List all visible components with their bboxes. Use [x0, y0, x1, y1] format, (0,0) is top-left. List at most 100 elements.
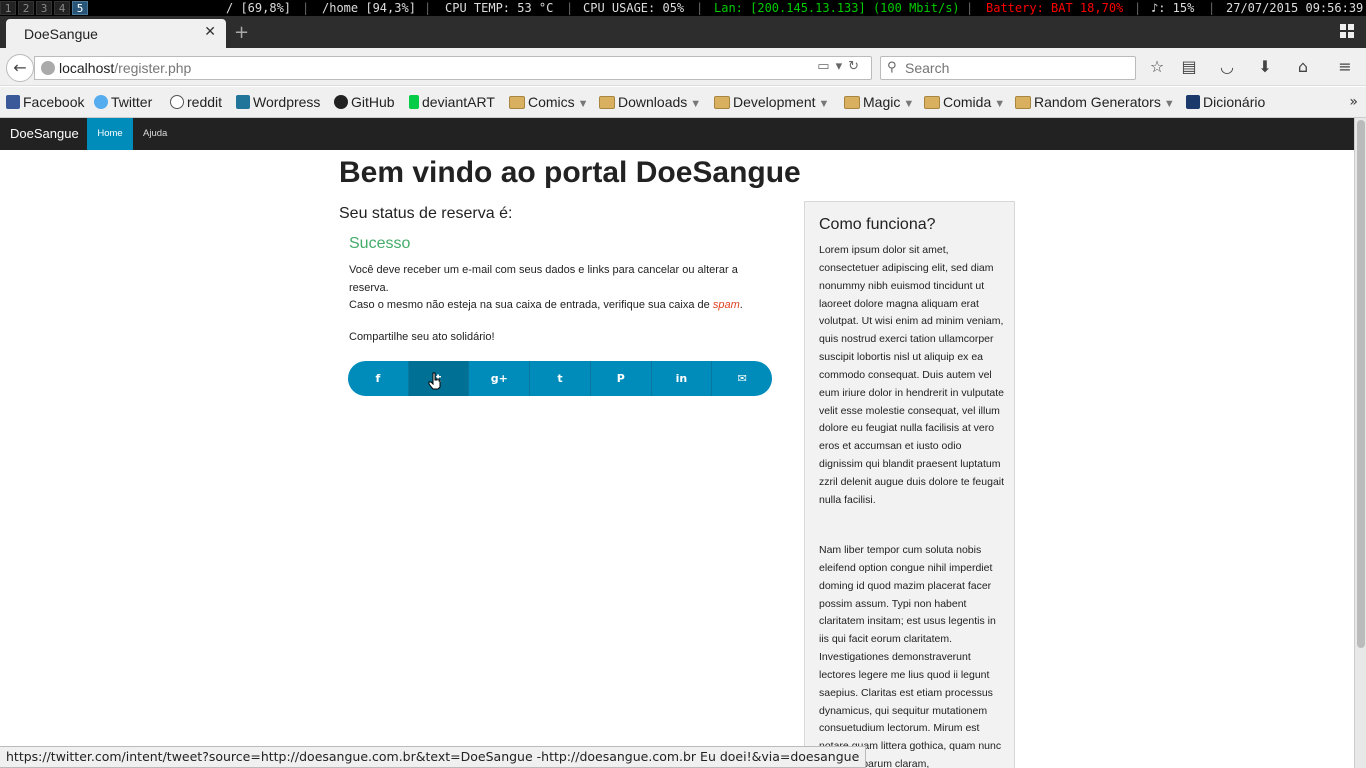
bookmark-folder-comics[interactable]: Comics ▼	[509, 94, 589, 110]
bookmark-folder-comida[interactable]: Comida ▼	[924, 94, 1005, 110]
dicionario-icon	[1186, 95, 1200, 109]
status-separator: |	[1134, 1, 1142, 15]
reader-view-icon[interactable]: ▭	[817, 59, 835, 74]
browser-tab-strip: DoeSangue ✕ +	[0, 16, 1366, 48]
workspace-2[interactable]: 2	[18, 1, 34, 15]
chevron-down-icon: ▼	[690, 98, 702, 110]
bookmark-label: Dicionário	[1203, 94, 1266, 110]
share-label: Compartilhe seu ato solidário!	[349, 331, 495, 343]
folder-icon	[599, 96, 615, 109]
menu-icon[interactable]: ≡	[1334, 56, 1356, 78]
back-arrow-icon: ←	[13, 58, 27, 77]
volume-status: ♪: 15%	[1151, 1, 1195, 15]
bookmark-folder-random-generators[interactable]: Random Generators ▼	[1015, 94, 1175, 110]
site-brand[interactable]: DoeSangue	[10, 126, 79, 141]
pocket-icon[interactable]: ◡	[1216, 56, 1238, 78]
status-separator: |	[966, 1, 974, 15]
workspace-3[interactable]: 3	[36, 1, 52, 15]
tab-groups-icon[interactable]	[1340, 24, 1354, 38]
disk-home-status: /home [94,3%]	[322, 1, 416, 15]
panel-paragraph: Lorem ipsum dolor sit amet, consectetuer…	[819, 244, 1005, 506]
share-linkedin-button[interactable]: in	[652, 361, 713, 396]
search-icon: ⚲	[887, 60, 897, 75]
tumblr-icon: t	[557, 372, 563, 385]
share-tumblr-button[interactable]: t	[530, 361, 591, 396]
bookmark-label: Magic	[863, 94, 901, 110]
bookmark-twitter[interactable]: Twitter	[94, 94, 152, 110]
folder-icon	[924, 96, 940, 109]
hand-cursor-icon	[428, 372, 441, 390]
chevron-down-icon: ▼	[994, 98, 1006, 110]
bookmark-label: deviantART	[422, 94, 495, 110]
bookmark-label: Random Generators	[1034, 94, 1161, 110]
bookmarks-overflow-icon[interactable]: »	[1349, 94, 1358, 110]
success-message: Você deve receber um e-mail com seus dad…	[349, 262, 759, 315]
bookmark-label: Downloads	[618, 94, 688, 110]
pinterest-icon: P	[616, 372, 625, 385]
search-input[interactable]	[905, 60, 1125, 76]
new-tab-button[interactable]: +	[234, 22, 249, 43]
email-icon: ✉	[737, 372, 747, 385]
message-line-2: Caso o mesmo não esteja na sua caixa de …	[349, 299, 713, 312]
system-status-bar: 1 2 3 4 5 / [69,8%] | /home [94,3%] | CP…	[0, 0, 1366, 16]
bookmark-folder-magic[interactable]: Magic ▼	[844, 94, 914, 110]
tab-doesangue[interactable]: DoeSangue ✕	[6, 19, 226, 48]
reload-icon[interactable]: ↻	[848, 59, 865, 74]
chevron-down-icon: ▼	[577, 98, 589, 110]
cpu-temp-status: CPU TEMP: 53 °C	[445, 1, 554, 15]
bookmark-star-icon[interactable]: ☆	[1146, 56, 1168, 78]
bookmark-label: reddit	[187, 94, 223, 110]
close-tab-icon[interactable]: ✕	[204, 24, 216, 40]
bookmark-deviantart[interactable]: deviantART	[409, 94, 495, 110]
downloads-icon[interactable]: ⬇	[1254, 56, 1276, 78]
chevron-down-icon: ▼	[903, 98, 915, 110]
search-box[interactable]: ⚲	[880, 56, 1136, 80]
home-icon[interactable]: ⌂	[1292, 56, 1314, 78]
bookmarks-toolbar: Facebook Twitter reddit Wordpress GitHub…	[0, 87, 1366, 118]
nav-home[interactable]: Home	[87, 118, 133, 150]
panel-title: Como funciona?	[819, 216, 936, 233]
page-scrollbar[interactable]	[1354, 118, 1366, 768]
battery-status: Battery: BAT 18,70%	[986, 1, 1124, 15]
workspace-5[interactable]: 5	[72, 1, 88, 15]
share-email-button[interactable]: ✉	[712, 361, 772, 396]
bookmark-github[interactable]: GitHub	[334, 94, 395, 110]
bookmark-folder-downloads[interactable]: Downloads ▼	[599, 94, 701, 110]
folder-icon	[1015, 96, 1031, 109]
status-separator: |	[424, 1, 432, 15]
bookmark-reddit[interactable]: reddit	[170, 94, 222, 110]
reading-list-icon[interactable]: ▤	[1178, 56, 1200, 78]
nav-help[interactable]: Ajuda	[143, 118, 167, 150]
workspace-4[interactable]: 4	[54, 1, 70, 15]
browser-nav-bar: localhost/register.php ▭▾↻ ← ⚲ ☆ ▤ ◡ ⬇ ⌂…	[0, 48, 1366, 86]
bookmark-label: GitHub	[351, 94, 395, 110]
scrollbar-thumb[interactable]	[1357, 120, 1365, 648]
url-path: /register.php	[114, 60, 192, 76]
bookmark-folder-development[interactable]: Development ▼	[714, 94, 829, 110]
status-separator: |	[302, 1, 310, 15]
bookmark-label: Twitter	[111, 94, 153, 110]
bookmark-facebook[interactable]: Facebook	[6, 94, 84, 110]
page-title: Bem vindo ao portal DoeSangue	[339, 156, 801, 189]
share-pinterest-button[interactable]: P	[591, 361, 652, 396]
url-dropdown-icon[interactable]: ▾	[836, 59, 849, 74]
back-button[interactable]: ←	[6, 54, 34, 82]
folder-icon	[714, 96, 730, 109]
url-bar[interactable]: localhost/register.php ▭▾↻	[34, 56, 872, 80]
datetime-status: 27/07/2015 09:56:39	[1226, 1, 1364, 15]
spam-text: spam	[712, 299, 740, 312]
site-navbar: DoeSangue Home Ajuda	[0, 118, 1354, 150]
bookmark-dicionario[interactable]: Dicionário	[1186, 94, 1265, 110]
bookmark-label: Comics	[528, 94, 575, 110]
chevron-down-icon: ▼	[1163, 98, 1175, 110]
status-separator: |	[696, 1, 704, 15]
status-separator: |	[1208, 1, 1216, 15]
share-facebook-button[interactable]: f	[348, 361, 409, 396]
github-icon	[334, 95, 348, 109]
bookmark-wordpress[interactable]: Wordpress	[236, 94, 320, 110]
url-host: localhost	[59, 60, 115, 76]
site-info-icon[interactable]	[41, 61, 55, 75]
cpu-usage-status: CPU USAGE: 05%	[583, 1, 685, 15]
workspace-1[interactable]: 1	[0, 1, 16, 15]
share-google-plus-button[interactable]: g+	[469, 361, 531, 396]
